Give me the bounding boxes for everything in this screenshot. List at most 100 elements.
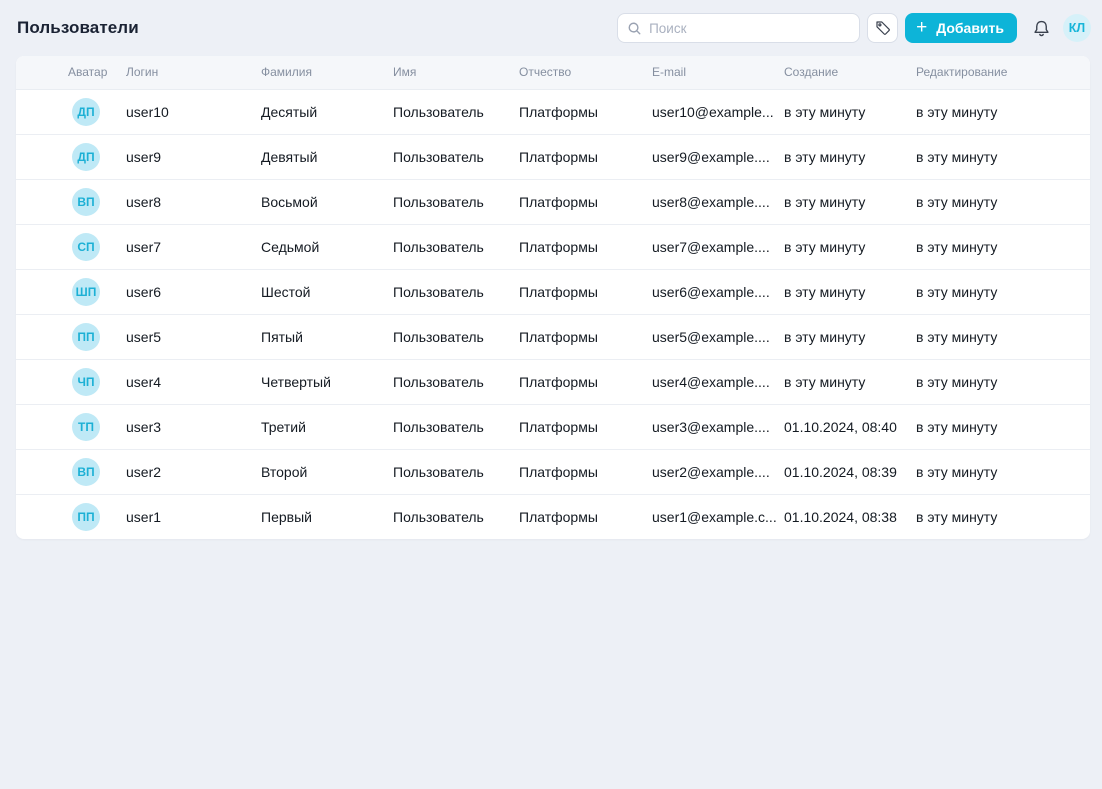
cell-firstname: Пользователь bbox=[393, 494, 519, 539]
cell-middlename: Платформы bbox=[519, 314, 652, 359]
cell-edited: в эту минуту bbox=[916, 224, 1090, 269]
cell-login: user4 bbox=[126, 359, 261, 404]
cell-lastname: Восьмой bbox=[261, 179, 393, 224]
cell-avatar: ПП bbox=[16, 314, 126, 359]
cell-email: user6@example.... bbox=[652, 269, 784, 314]
cell-created: в эту минуту bbox=[784, 314, 916, 359]
cell-login: user9 bbox=[126, 134, 261, 179]
table-row[interactable]: ТП user3 Третий Пользователь Платформы u… bbox=[16, 404, 1090, 449]
cell-created: 01.10.2024, 08:40 bbox=[784, 404, 916, 449]
cell-edited: в эту минуту bbox=[916, 449, 1090, 494]
cell-firstname: Пользователь bbox=[393, 359, 519, 404]
column-header-avatar: Аватар bbox=[16, 56, 126, 89]
table-row[interactable]: ВП user2 Второй Пользователь Платформы u… bbox=[16, 449, 1090, 494]
cell-login: user7 bbox=[126, 224, 261, 269]
table-row[interactable]: ДП user9 Девятый Пользователь Платформы … bbox=[16, 134, 1090, 179]
cell-edited: в эту минуту bbox=[916, 314, 1090, 359]
cell-email: user10@example... bbox=[652, 89, 784, 134]
page-title: Пользователи bbox=[17, 18, 139, 38]
cell-created: 01.10.2024, 08:38 bbox=[784, 494, 916, 539]
table-row[interactable]: ПП user1 Первый Пользователь Платформы u… bbox=[16, 494, 1090, 539]
cell-avatar: СП bbox=[16, 224, 126, 269]
cell-email: user4@example.... bbox=[652, 359, 784, 404]
cell-middlename: Платформы bbox=[519, 134, 652, 179]
users-table-card: Аватар Логин Фамилия Имя Отчество E-mail… bbox=[16, 56, 1090, 539]
cell-email: user1@example.c... bbox=[652, 494, 784, 539]
cell-email: user9@example.... bbox=[652, 134, 784, 179]
cell-middlename: Платформы bbox=[519, 269, 652, 314]
cell-lastname: Второй bbox=[261, 449, 393, 494]
table-row[interactable]: ПП user5 Пятый Пользователь Платформы us… bbox=[16, 314, 1090, 359]
cell-middlename: Платформы bbox=[519, 359, 652, 404]
table-row[interactable]: ЧП user4 Четвертый Пользователь Платформ… bbox=[16, 359, 1090, 404]
table-row[interactable]: ШП user6 Шестой Пользователь Платформы u… bbox=[16, 269, 1090, 314]
add-user-button[interactable]: + Добавить bbox=[905, 13, 1017, 43]
cell-firstname: Пользователь bbox=[393, 134, 519, 179]
row-avatar: ВП bbox=[72, 458, 100, 486]
cell-avatar: ТП bbox=[16, 404, 126, 449]
table-row[interactable]: ДП user10 Десятый Пользователь Платформы… bbox=[16, 89, 1090, 134]
row-avatar: ПП bbox=[72, 323, 100, 351]
cell-lastname: Пятый bbox=[261, 314, 393, 359]
cell-login: user6 bbox=[126, 269, 261, 314]
cell-lastname: Третий bbox=[261, 404, 393, 449]
cell-middlename: Платформы bbox=[519, 449, 652, 494]
cell-lastname: Четвертый bbox=[261, 359, 393, 404]
row-avatar: СП bbox=[72, 233, 100, 261]
cell-middlename: Платформы bbox=[519, 224, 652, 269]
cell-middlename: Платформы bbox=[519, 494, 652, 539]
column-header-edited: Редактирование bbox=[916, 56, 1090, 89]
cell-lastname: Первый bbox=[261, 494, 393, 539]
cell-created: в эту минуту bbox=[784, 134, 916, 179]
users-table-body: ДП user10 Десятый Пользователь Платформы… bbox=[16, 89, 1090, 539]
cell-edited: в эту минуту bbox=[916, 404, 1090, 449]
row-avatar: ДП bbox=[72, 98, 100, 126]
cell-firstname: Пользователь bbox=[393, 449, 519, 494]
cell-email: user5@example.... bbox=[652, 314, 784, 359]
cell-avatar: ВП bbox=[16, 449, 126, 494]
cell-firstname: Пользователь bbox=[393, 179, 519, 224]
cell-created: в эту минуту bbox=[784, 359, 916, 404]
column-header-login: Логин bbox=[126, 56, 261, 89]
cell-created: в эту минуту bbox=[784, 269, 916, 314]
topbar-actions: + Добавить КЛ bbox=[617, 13, 1091, 43]
add-user-label: Добавить bbox=[936, 20, 1004, 36]
row-avatar: ДП bbox=[72, 143, 100, 171]
cell-avatar: ПП bbox=[16, 494, 126, 539]
cell-email: user2@example.... bbox=[652, 449, 784, 494]
plus-icon: + bbox=[916, 18, 927, 37]
search-box[interactable] bbox=[617, 13, 860, 43]
cell-middlename: Платформы bbox=[519, 179, 652, 224]
cell-created: в эту минуту bbox=[784, 89, 916, 134]
tag-icon bbox=[875, 20, 891, 36]
cell-edited: в эту минуту bbox=[916, 179, 1090, 224]
table-header-row: Аватар Логин Фамилия Имя Отчество E-mail… bbox=[16, 56, 1090, 89]
cell-avatar: ШП bbox=[16, 269, 126, 314]
cell-firstname: Пользователь bbox=[393, 404, 519, 449]
search-input[interactable] bbox=[649, 21, 849, 36]
cell-login: user10 bbox=[126, 89, 261, 134]
tags-button[interactable] bbox=[867, 13, 898, 43]
column-header-email: E-mail bbox=[652, 56, 784, 89]
cell-lastname: Десятый bbox=[261, 89, 393, 134]
bell-icon bbox=[1032, 19, 1051, 38]
cell-created: 01.10.2024, 08:39 bbox=[784, 449, 916, 494]
cell-edited: в эту минуту bbox=[916, 134, 1090, 179]
cell-edited: в эту минуту bbox=[916, 359, 1090, 404]
cell-edited: в эту минуту bbox=[916, 89, 1090, 134]
cell-avatar: ВП bbox=[16, 179, 126, 224]
table-row[interactable]: ВП user8 Восьмой Пользователь Платформы … bbox=[16, 179, 1090, 224]
notifications-button[interactable] bbox=[1030, 17, 1053, 40]
table-row[interactable]: СП user7 Седьмой Пользователь Платформы … bbox=[16, 224, 1090, 269]
column-header-lastname: Фамилия bbox=[261, 56, 393, 89]
cell-avatar: ЧП bbox=[16, 359, 126, 404]
cell-login: user8 bbox=[126, 179, 261, 224]
row-avatar: ТП bbox=[72, 413, 100, 441]
row-avatar: ЧП bbox=[72, 368, 100, 396]
column-header-firstname: Имя bbox=[393, 56, 519, 89]
profile-avatar[interactable]: КЛ bbox=[1063, 14, 1091, 42]
column-header-middlename: Отчество bbox=[519, 56, 652, 89]
cell-login: user2 bbox=[126, 449, 261, 494]
cell-login: user1 bbox=[126, 494, 261, 539]
cell-firstname: Пользователь bbox=[393, 269, 519, 314]
